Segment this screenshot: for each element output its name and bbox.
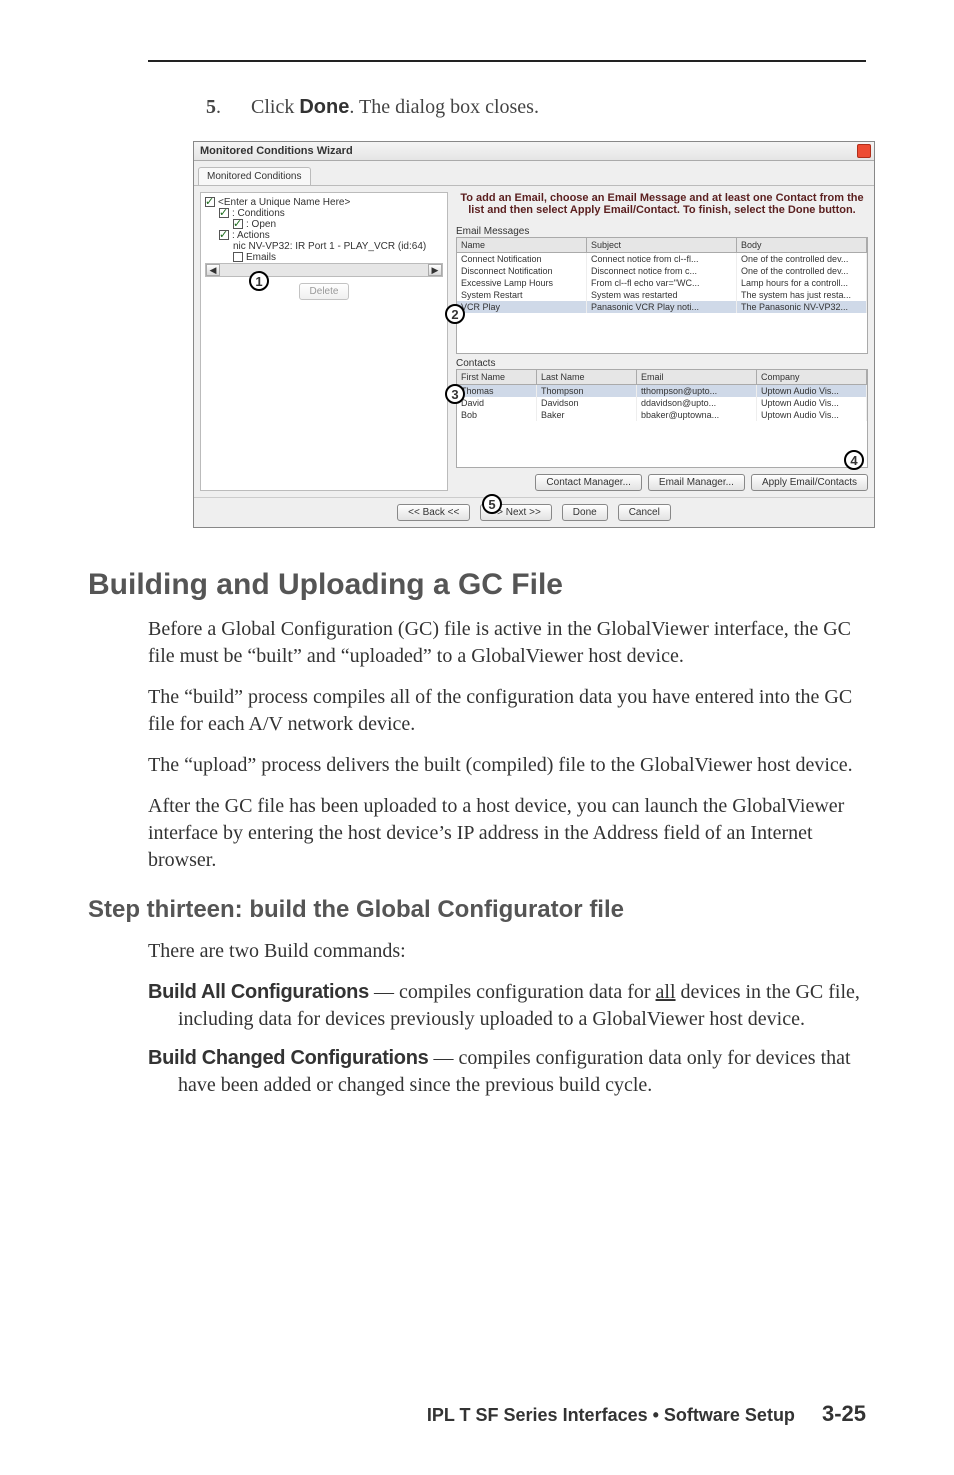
table-row: Excessive Lamp HoursFrom cl--fl echo var… [457,277,867,289]
callout-1: 1 [249,271,269,291]
contacts-grid[interactable]: First Name Last Name Email Company Thoma… [456,369,868,468]
body-paragraph: The “upload” process delivers the built … [148,752,866,779]
col-subject: Subject [587,238,737,252]
scroll-left-icon[interactable]: ◀ [206,264,220,276]
col-name: Name [457,238,587,252]
email-messages-grid[interactable]: Name Subject Body Connect NotificationCo… [456,237,868,354]
callout-2: 2 [445,304,465,324]
table-row: DavidDavidsonddavidson@upto...Uptown Aud… [457,397,867,409]
top-rule [148,60,866,62]
heading-building-uploading: Building and Uploading a GC File [88,568,866,602]
cancel-button[interactable]: Cancel [618,504,671,521]
definition-build-changed: Build Changed Configurations — compiles … [148,1045,866,1099]
col-company: Company [757,370,867,384]
col-lastname: Last Name [537,370,637,384]
checkbox-icon [219,208,229,218]
table-row: System RestartSystem was restartedThe sy… [457,289,867,301]
checkbox-icon [233,252,243,262]
delete-button: Delete [299,283,350,300]
col-firstname: First Name [457,370,537,384]
heading-step-thirteen: Step thirteen: build the Global Configur… [88,896,866,924]
dialog-title: Monitored Conditions Wizard [200,145,353,157]
callout-5: 5 [482,494,502,514]
checkbox-icon [219,230,229,240]
dialog-instructions: To add an Email, choose an Email Message… [456,192,868,216]
step-text-a: Click [251,96,299,118]
step-bold-word: Done [299,96,349,118]
table-row-selected: ThomasThompsontthompson@upto...Uptown Au… [457,385,867,397]
conditions-tree[interactable]: <Enter a Unique Name Here> : Conditions … [200,192,448,491]
body-paragraph: There are two Build commands: [148,938,866,965]
underlined-all: all [656,981,676,1003]
callout-3: 3 [445,384,465,404]
step-number: 5 [206,96,216,118]
step-text-b: . The dialog box closes. [349,96,539,118]
body-paragraph: After the GC file has been uploaded to a… [148,793,866,874]
email-messages-label: Email Messages [456,226,868,237]
table-row: Connect NotificationConnect notice from … [457,253,867,265]
table-row: Disconnect NotificationDisconnect notice… [457,265,867,277]
footer-text: IPL T SF Series Interfaces • Software Se… [427,1405,795,1425]
body-paragraph: The “build” process compiles all of the … [148,684,866,738]
definition-build-all: Build All Configurations — compiles conf… [148,979,866,1033]
apply-email-contacts-button[interactable]: Apply Email/Contacts [751,474,868,491]
close-icon[interactable] [857,144,871,158]
scroll-right-icon[interactable]: ▶ [428,264,442,276]
term-build-changed: Build Changed Configurations [148,1047,428,1069]
horizontal-scrollbar[interactable]: ◀ ▶ [205,263,443,277]
tab-monitored-conditions[interactable]: Monitored Conditions [198,167,311,185]
callout-4: 4 [844,450,864,470]
email-manager-button[interactable]: Email Manager... [648,474,745,491]
contact-manager-button[interactable]: Contact Manager... [535,474,642,491]
checkbox-icon [233,219,243,229]
checkbox-icon [205,197,215,207]
term-build-all: Build All Configurations [148,981,369,1003]
back-button[interactable]: << Back << [397,504,470,521]
page-number: 3-25 [822,1401,866,1426]
col-email: Email [637,370,757,384]
col-body: Body [737,238,867,252]
step-line: 5. Click Done. The dialog box closes. [206,96,866,119]
dialog-tabs: Monitored Conditions [194,161,874,186]
wizard-dialog: Monitored Conditions Wizard Monitored Co… [193,141,875,528]
dialog-titlebar: Monitored Conditions Wizard [194,142,874,161]
page-footer: IPL T SF Series Interfaces • Software Se… [427,1401,866,1427]
done-button[interactable]: Done [562,504,608,521]
contacts-label: Contacts [456,358,868,369]
table-row: BobBakerbbaker@uptowna...Uptown Audio Vi… [457,409,867,421]
table-row-selected: VCR PlayPanasonic VCR Play noti...The Pa… [457,301,867,313]
body-paragraph: Before a Global Configuration (GC) file … [148,616,866,670]
